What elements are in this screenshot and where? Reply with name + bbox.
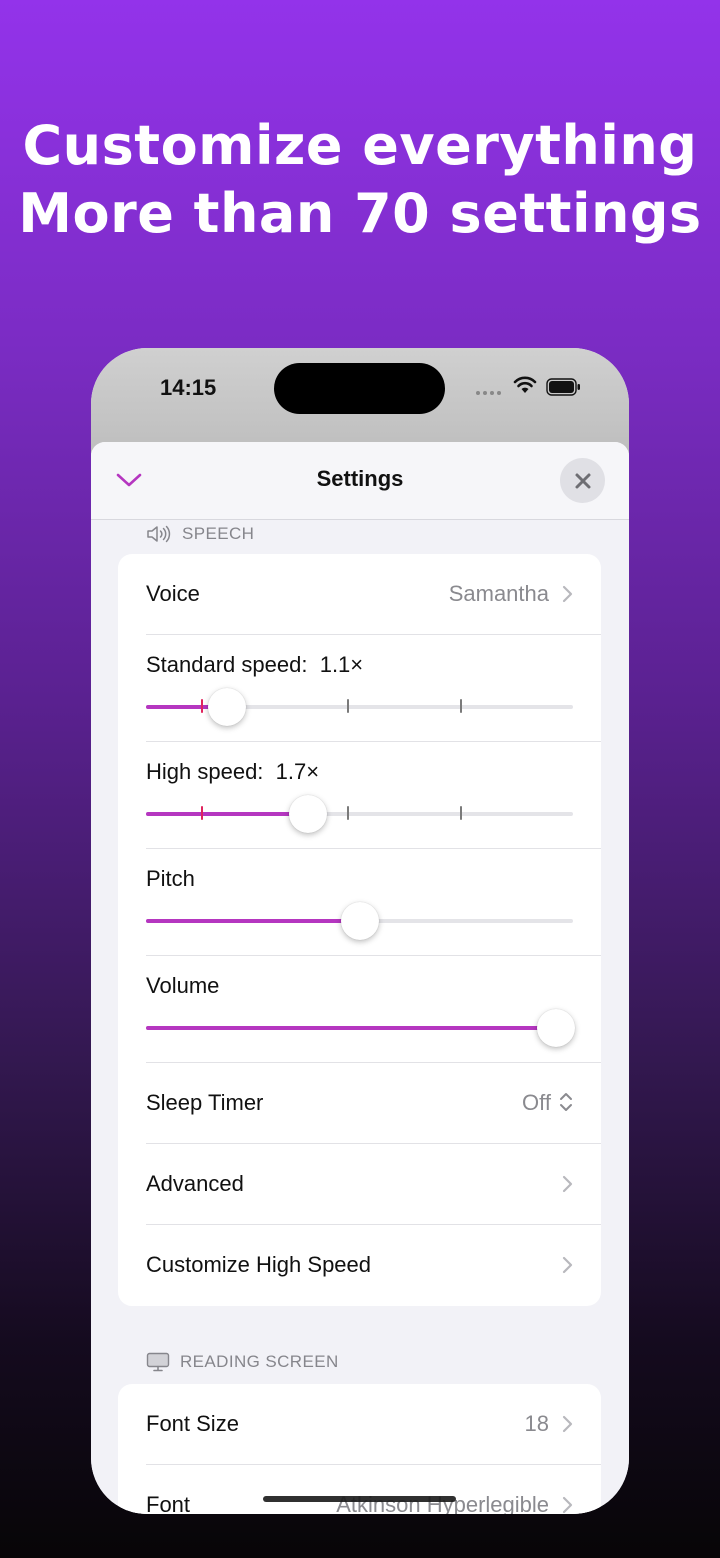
standard-speed-value: 1.1× <box>319 652 364 677</box>
section-title-reading-screen: READING SCREEN <box>180 1352 339 1371</box>
standard-speed-label: Standard speed: 1.1× <box>146 652 364 677</box>
slider-thumb[interactable] <box>536 1009 575 1047</box>
speaker-icon <box>147 525 171 543</box>
slider-fill <box>146 919 360 923</box>
chevron-right-icon <box>562 1415 573 1433</box>
advanced-label: Advanced <box>146 1171 244 1196</box>
promo-line-2: More than 70 settings <box>18 182 702 245</box>
slider-thumb[interactable] <box>208 688 247 726</box>
status-time: 14:15 <box>160 375 217 400</box>
section-title-speech: SPEECH <box>182 524 255 543</box>
font-label: Font <box>146 1492 191 1514</box>
volume-row: Volume <box>146 956 601 1063</box>
pitch-slider[interactable] <box>146 902 573 940</box>
home-indicator[interactable] <box>263 1496 456 1502</box>
font-size-row[interactable]: Font Size 18 <box>146 1384 601 1465</box>
slider-tick <box>347 806 349 820</box>
slider-fill <box>146 812 309 816</box>
slider-tick <box>201 699 203 713</box>
sleep-timer-value: Off <box>522 1090 551 1115</box>
volume-slider[interactable] <box>146 1009 575 1047</box>
pitch-row: Pitch <box>146 849 601 956</box>
slider-fill <box>146 1026 556 1030</box>
promo-headline: Customize everything More than 70 settin… <box>0 112 720 248</box>
promo-line-1: Customize everything <box>22 114 698 177</box>
font-size-label: Font Size <box>146 1411 239 1436</box>
dynamic-island <box>274 363 445 414</box>
monitor-icon <box>146 1352 170 1372</box>
slider-tick <box>347 699 349 713</box>
high-speed-row: High speed: 1.7× <box>146 742 601 849</box>
battery-icon <box>546 378 580 396</box>
sleep-timer-row[interactable]: Sleep Timer Off <box>146 1063 601 1144</box>
volume-label: Volume <box>146 973 220 998</box>
voice-row[interactable]: Voice Samantha <box>146 554 601 635</box>
close-button[interactable] <box>560 458 605 503</box>
close-icon <box>575 473 590 488</box>
reading-screen-card: Font Size 18 Font Atkinson Hyperlegible <box>118 1384 601 1514</box>
section-header-speech: SPEECH <box>146 524 254 544</box>
chevron-right-icon <box>562 1175 573 1193</box>
slider-tick <box>460 806 462 820</box>
voice-value: Samantha <box>448 581 549 606</box>
sleep-timer-label: Sleep Timer <box>146 1090 264 1115</box>
customize-high-speed-label: Customize High Speed <box>146 1252 372 1277</box>
slider-tick <box>201 806 203 820</box>
standard-speed-row: Standard speed: 1.1× <box>146 635 601 742</box>
pitch-label: Pitch <box>146 866 195 891</box>
chevron-right-icon <box>562 585 573 603</box>
font-row[interactable]: Font Atkinson Hyperlegible <box>146 1465 601 1514</box>
font-size-value: 18 <box>524 1411 549 1436</box>
high-speed-slider[interactable] <box>146 795 573 833</box>
advanced-row[interactable]: Advanced <box>146 1144 601 1225</box>
slider-tick <box>460 699 462 713</box>
slider-thumb[interactable] <box>289 795 328 833</box>
section-header-reading-screen: READING SCREEN <box>146 1352 339 1372</box>
settings-sheet: Settings SPEECH Voice Samantha Standard … <box>91 442 629 1514</box>
standard-speed-slider[interactable] <box>146 688 573 726</box>
page-title: Settings <box>316 466 404 491</box>
phone-frame: 14:15 Settings SPEECH Voice Samantha Sta… <box>91 348 629 1514</box>
voice-label: Voice <box>146 581 200 606</box>
nav-bar: Settings <box>91 442 629 520</box>
wifi-icon <box>513 376 537 393</box>
customize-high-speed-row[interactable]: Customize High Speed <box>146 1225 601 1306</box>
chevron-right-icon <box>562 1496 573 1514</box>
high-speed-label: High speed: 1.7× <box>146 759 320 784</box>
chevron-up-down-icon <box>560 1093 572 1111</box>
slider-thumb[interactable] <box>340 902 379 940</box>
speech-card: Voice Samantha Standard speed: 1.1× High… <box>118 554 601 1306</box>
high-speed-value: 1.7× <box>275 759 320 784</box>
signal-icon <box>476 391 501 395</box>
chevron-right-icon <box>562 1256 573 1274</box>
